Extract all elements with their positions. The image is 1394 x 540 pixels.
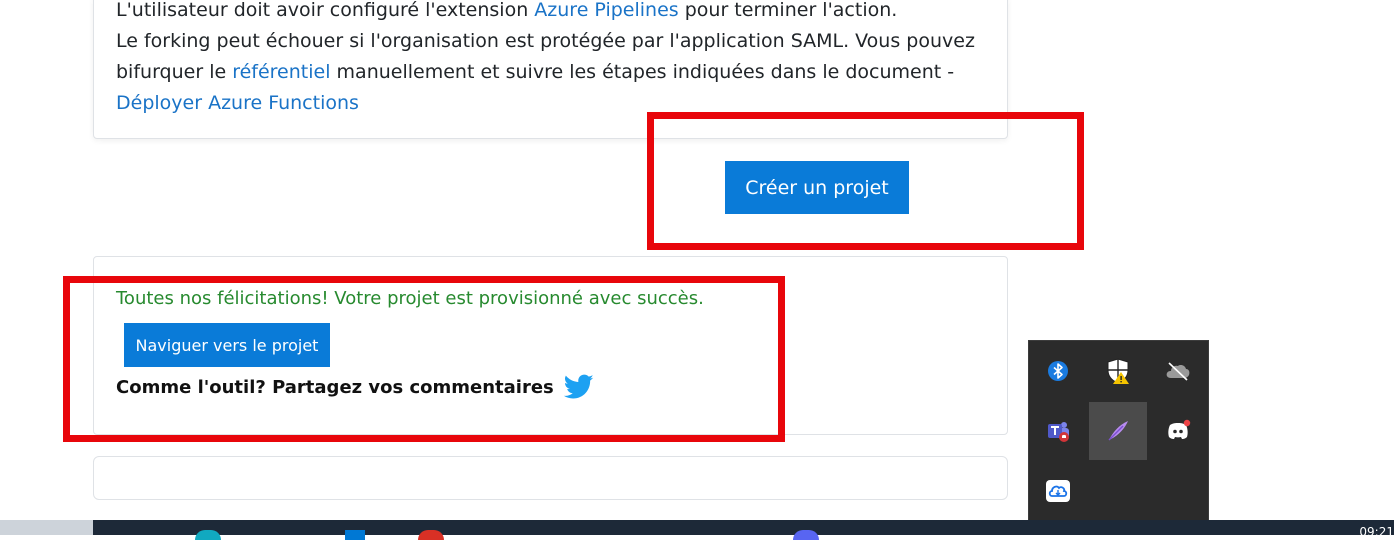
- twitter-icon[interactable]: [563, 374, 594, 400]
- navigate-to-project-button[interactable]: Naviguer vers le projet: [124, 323, 330, 367]
- windows-security-warning-icon[interactable]: [1089, 342, 1147, 400]
- empty-card: [93, 456, 1008, 500]
- taskbar-app-icon[interactable]: [793, 530, 819, 540]
- success-message: Toutes nos félicitations! Votre projet e…: [116, 288, 704, 309]
- create-project-button[interactable]: Créer un projet: [725, 161, 909, 214]
- info-line1-pre: L'utilisateur doit avoir configuré l'ext…: [116, 0, 535, 21]
- teams-icon[interactable]: [1029, 402, 1087, 460]
- cloud-sync-icon[interactable]: [1029, 462, 1087, 520]
- success-card: Toutes nos félicitations! Votre projet e…: [93, 256, 1008, 435]
- info-line1-post: pour terminer l'action.: [678, 0, 898, 21]
- bluetooth-icon[interactable]: [1029, 342, 1087, 400]
- info-line3-post: manuellement et suivre les étapes indiqu…: [330, 61, 955, 83]
- feedback-row: Comme l'outil? Partagez vos commentaires: [116, 374, 594, 400]
- info-line3-pre: bifurquer le: [116, 61, 233, 83]
- repository-link[interactable]: référentiel: [232, 61, 330, 83]
- azure-pipelines-link[interactable]: Azure Pipelines: [534, 0, 678, 21]
- taskbar-clock[interactable]: 09:21: [1359, 525, 1394, 539]
- info-line2: Le forking peut échouer si l'organisatio…: [116, 30, 975, 52]
- taskbar-app-icon[interactable]: [345, 530, 365, 540]
- start-area[interactable]: [0, 520, 93, 535]
- discord-icon[interactable]: [1149, 402, 1207, 460]
- info-text: L'utilisateur doit avoir configuré l'ext…: [116, 0, 996, 119]
- feather-pen-icon[interactable]: [1089, 402, 1147, 460]
- feedback-text: Comme l'outil? Partagez vos commentaires: [116, 376, 554, 398]
- info-card: L'utilisateur doit avoir configuré l'ext…: [93, 0, 1008, 139]
- taskbar-app-icon[interactable]: [418, 530, 444, 540]
- taskbar: 09:21: [0, 520, 1394, 540]
- deploy-azure-functions-link[interactable]: Déployer Azure Functions: [116, 92, 359, 114]
- taskbar-app-icon[interactable]: [195, 530, 221, 540]
- system-tray-flyout: [1028, 340, 1209, 522]
- onedrive-offline-icon[interactable]: [1149, 342, 1207, 400]
